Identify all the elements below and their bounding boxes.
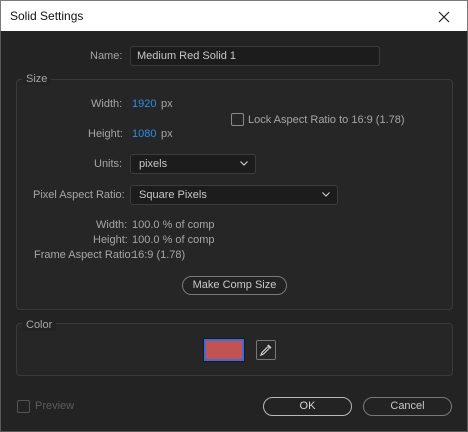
width-value[interactable]: 1920 (132, 98, 156, 110)
info-far-label: Frame Aspect Ratio: (34, 249, 134, 261)
name-label: Name: (90, 50, 123, 62)
units-value: pixels (139, 158, 168, 170)
close-button[interactable] (421, 1, 467, 32)
name-field[interactable]: Medium Red Solid 1 (130, 46, 380, 66)
height-label: Height: (88, 128, 123, 140)
info-height-label: Height: (93, 234, 128, 246)
close-icon (438, 11, 450, 22)
window-title: Solid Settings (10, 9, 84, 23)
make-comp-size-button[interactable]: Make Comp Size (182, 276, 287, 295)
eyedropper-icon (259, 344, 272, 357)
preview-label: Preview (35, 400, 75, 412)
par-value: Square Pixels (139, 189, 207, 201)
lock-aspect-checkbox[interactable] (231, 113, 244, 126)
units-select[interactable]: pixels (130, 154, 256, 174)
color-swatch[interactable] (203, 338, 245, 362)
width-label: Width: (91, 98, 123, 110)
size-group-label: Size (22, 73, 52, 85)
height-value[interactable]: 1080 (132, 128, 156, 140)
chevron-down-icon (240, 161, 248, 166)
width-unit: px (161, 98, 173, 110)
info-far-value: 16:9 (1.78) (132, 249, 186, 261)
par-select[interactable]: Square Pixels (130, 185, 338, 205)
units-label: Units: (94, 158, 123, 170)
chevron-down-icon (322, 192, 330, 197)
height-unit: px (161, 128, 173, 140)
info-width-label: Width: (96, 219, 128, 231)
par-label: Pixel Aspect Ratio: (33, 189, 125, 201)
color-group-label: Color (22, 319, 57, 331)
lock-aspect-label: Lock Aspect Ratio to 16:9 (1.78) (248, 114, 405, 126)
info-width-value: 100.0 % of comp (132, 219, 215, 231)
dialog-body: Name: Medium Red Solid 1 Size Width: 192… (0, 31, 468, 432)
preview-checkbox[interactable] (17, 400, 30, 413)
eyedropper-button[interactable] (256, 340, 276, 360)
cancel-button[interactable]: Cancel (363, 397, 452, 416)
ok-button[interactable]: OK (263, 397, 352, 416)
title-bar: Solid Settings (0, 0, 468, 31)
info-height-value: 100.0 % of comp (132, 234, 215, 246)
